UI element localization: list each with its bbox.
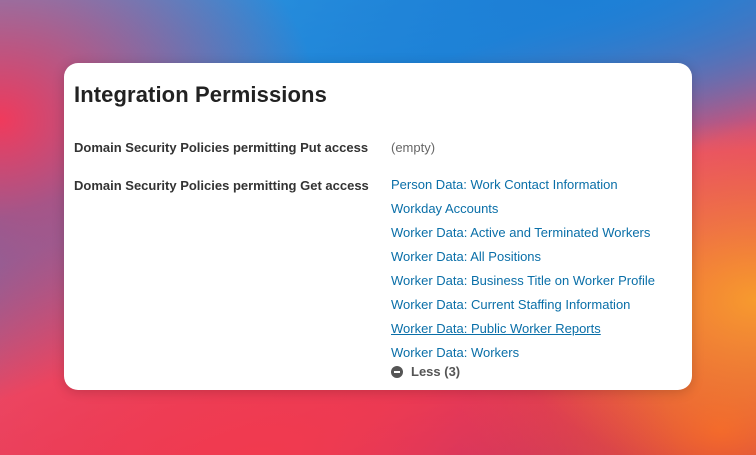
policy-list-item: Worker Data: Public Worker Reports: [391, 320, 655, 344]
policy-link-active-terminated-workers[interactable]: Worker Data: Active and Terminated Worke…: [391, 225, 650, 240]
policy-link-workday-accounts[interactable]: Workday Accounts: [391, 201, 498, 216]
policy-list-item: Workday Accounts: [391, 200, 655, 224]
policy-link-public-worker-reports[interactable]: Worker Data: Public Worker Reports: [391, 321, 601, 336]
policy-link-all-positions[interactable]: Worker Data: All Positions: [391, 249, 541, 264]
policy-link-work-contact-information[interactable]: Person Data: Work Contact Information: [391, 177, 618, 192]
desktop-background: { "panel": { "title": "Integration Permi…: [0, 0, 756, 455]
minus-circle-icon: [391, 365, 403, 378]
put-access-value: (empty): [391, 140, 436, 155]
integration-permissions-panel: Integration Permissions Domain Security …: [64, 63, 692, 390]
policy-list-item: Person Data: Work Contact Information: [391, 176, 655, 200]
policy-list-item: Worker Data: Active and Terminated Worke…: [391, 224, 655, 248]
policy-list-item: Worker Data: All Positions: [391, 248, 655, 272]
policy-link-current-staffing[interactable]: Worker Data: Current Staffing Informatio…: [391, 297, 630, 312]
policy-list-item: Worker Data: Current Staffing Informatio…: [391, 296, 655, 320]
get-access-policy-list: Person Data: Work Contact Information Wo…: [391, 176, 655, 368]
get-access-label: Domain Security Policies permitting Get …: [74, 178, 369, 193]
policy-link-workers[interactable]: Worker Data: Workers: [391, 345, 519, 360]
show-less-label: Less (3): [411, 364, 461, 379]
panel-title: Integration Permissions: [74, 82, 327, 107]
policy-link-business-title[interactable]: Worker Data: Business Title on Worker Pr…: [391, 273, 655, 288]
show-less-toggle[interactable]: Less (3): [391, 364, 460, 379]
policy-list-item: Worker Data: Business Title on Worker Pr…: [391, 272, 655, 296]
put-access-label: Domain Security Policies permitting Put …: [74, 140, 369, 155]
